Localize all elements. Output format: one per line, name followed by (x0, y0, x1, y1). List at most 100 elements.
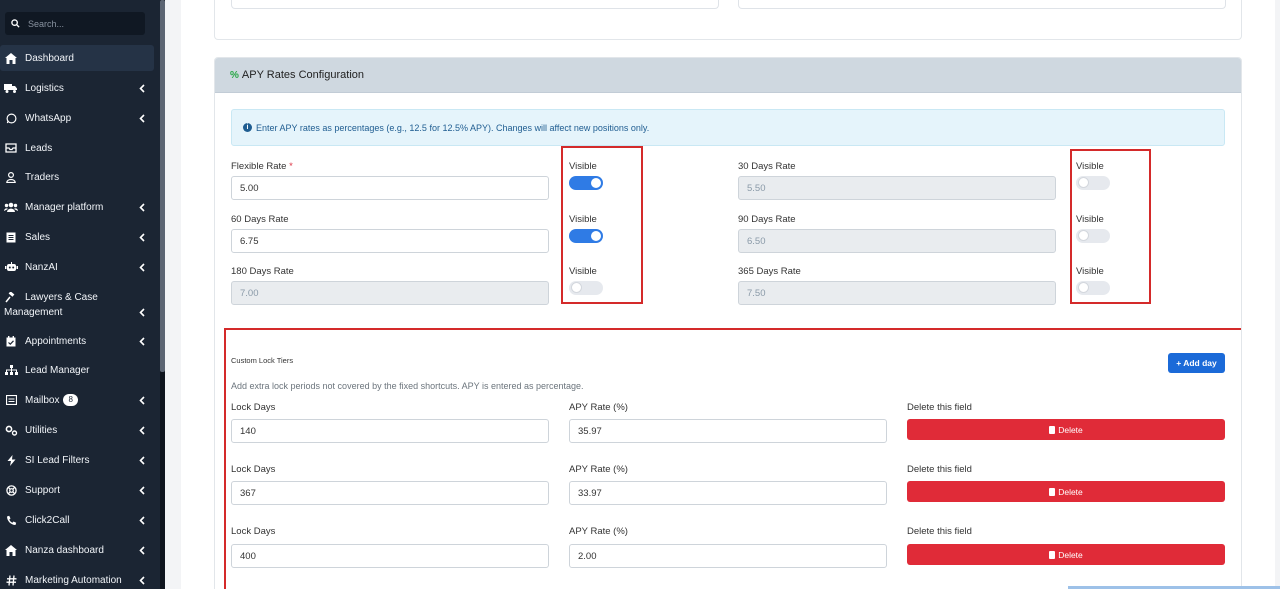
180-days-rate-input[interactable] (231, 281, 549, 305)
sidebar-item-traders[interactable]: Traders (0, 169, 160, 185)
add-day-button[interactable]: + Add day (1168, 353, 1225, 373)
home-icon (4, 543, 18, 557)
chevron-left-icon (138, 395, 146, 405)
lock-days-label: Lock Days (231, 526, 276, 537)
chevron-left-icon (138, 262, 146, 272)
percent-icon: % (230, 69, 239, 81)
chevron-left-icon (138, 575, 146, 585)
365-days-rate-input[interactable] (738, 281, 1056, 305)
sidebar-item-si-lead-filters[interactable]: SI Lead Filters (0, 452, 160, 468)
trash-icon (1049, 425, 1056, 434)
sidebar-item-appointments[interactable]: Appointments (0, 333, 160, 349)
page-panel: % APY Rates Configuration i Enter APY ra… (181, 0, 1275, 589)
main-content: % APY Rates Configuration i Enter APY ra… (165, 0, 1280, 589)
delete-field-label: Delete this field (907, 464, 972, 475)
apy-rates-card: % APY Rates Configuration i Enter APY ra… (214, 57, 1242, 589)
search-icon (11, 19, 20, 28)
bolt-icon (4, 453, 18, 467)
calendar-icon (4, 334, 18, 348)
365-days-rate-label: 365 Days Rate (738, 266, 801, 277)
chevron-left-icon (138, 307, 146, 317)
apy-card-header: % APY Rates Configuration (215, 58, 1241, 93)
phone-icon (4, 513, 18, 527)
lock-days-input[interactable] (231, 481, 549, 505)
sidebar-item-whatsapp[interactable]: WhatsApp (0, 110, 160, 126)
highlight-box (1070, 149, 1151, 304)
highlight-box (561, 146, 643, 304)
sidebar-item-leads[interactable]: Leads (0, 140, 160, 156)
sidebar-item-label: Sales (25, 231, 51, 243)
sidebar-item-label: Mailbox (25, 394, 60, 406)
info-alert: i Enter APY rates as percentages (e.g., … (231, 109, 1225, 146)
trash-icon (1049, 550, 1056, 559)
60-days-rate-input[interactable] (231, 229, 549, 253)
chevron-left-icon (138, 515, 146, 525)
sidebar-item-lead-manager[interactable]: Lead Manager (0, 362, 160, 378)
mailbox-icon (4, 393, 18, 407)
cogs-icon (4, 423, 18, 437)
delete-button[interactable]: Delete (907, 481, 1225, 502)
gavel-icon (4, 290, 18, 304)
sidebar-item-support[interactable]: Support (0, 482, 160, 498)
apy-rate-input[interactable] (569, 481, 887, 505)
sidebar-item-label: Appointments (25, 335, 87, 347)
sidebar-item-manager-platform[interactable]: Manager platform (0, 199, 160, 215)
sidebar-item-nanzai[interactable]: NanzAI (0, 259, 160, 275)
previous-input[interactable] (738, 0, 1226, 9)
sidebar-item-mailbox[interactable]: Mailbox 8 (0, 392, 160, 408)
custom-lock-tiers-title: Custom Lock Tiers (231, 356, 294, 365)
sidebar-item-label: SI Lead Filters (25, 454, 90, 466)
whatsapp-icon (4, 111, 18, 125)
apy-rate-input[interactable] (569, 544, 887, 568)
previous-input[interactable] (231, 0, 719, 9)
search-input[interactable] (28, 18, 138, 29)
chevron-left-icon (138, 113, 146, 123)
sidebar-item-label: Leads (25, 142, 53, 154)
sidebar-item-marketing-automation[interactable]: Marketing Automation (0, 572, 160, 588)
sidebar-item-label: Logistics (25, 82, 64, 94)
lock-days-label: Lock Days (231, 464, 276, 475)
sidebar-item-lawyers-2[interactable]: Management (0, 304, 160, 320)
robot-icon (4, 260, 18, 274)
previous-card (214, 0, 1242, 40)
sidebar-search[interactable] (5, 12, 145, 35)
delete-field-label: Delete this field (907, 402, 972, 413)
30-days-rate-input[interactable] (738, 176, 1056, 200)
sidebar-item-nanza-dashboard[interactable]: Nanza dashboard (0, 542, 160, 558)
sidebar-item-logistics[interactable]: Logistics (0, 80, 160, 96)
chevron-left-icon (138, 202, 146, 212)
sidebar-item-label: Traders (25, 171, 60, 183)
sidebar-item-label: Click2Call (25, 514, 70, 526)
sidebar-item-label: Dashboard (25, 52, 74, 64)
info-icon: i (243, 123, 252, 132)
home-icon (4, 51, 18, 65)
card-title: APY Rates Configuration (241, 69, 364, 81)
30-days-rate-label: 30 Days Rate (738, 161, 796, 172)
90-days-rate-input[interactable] (738, 229, 1056, 253)
60-days-rate-label: 60 Days Rate (231, 214, 289, 225)
lock-days-input[interactable] (231, 419, 549, 443)
sidebar-item-label: Lawyers & Case (25, 291, 98, 303)
lock-days-input[interactable] (231, 544, 549, 568)
trash-icon (1049, 487, 1056, 496)
sidebar-item-label: Management (4, 306, 63, 318)
sidebar-item-lawyers[interactable]: Lawyers & Case (0, 289, 160, 305)
lifebuoy-icon (4, 483, 18, 497)
sidebar-item-click2call[interactable]: Click2Call (0, 512, 160, 528)
document-icon (4, 230, 18, 244)
sidebar-item-utilities[interactable]: Utilities (0, 422, 160, 438)
chevron-left-icon (138, 455, 146, 465)
sidebar-item-dashboard[interactable]: Dashboard (0, 45, 154, 71)
apy-rate-label: APY Rate (%) (569, 526, 628, 537)
flexible-rate-input[interactable] (231, 176, 549, 200)
180-days-rate-label: 180 Days Rate (231, 266, 294, 277)
sidebar-item-label: NanzAI (25, 261, 58, 273)
sidebar: Dashboard Logistics WhatsApp Leads Trade… (0, 0, 165, 589)
lock-days-label: Lock Days (231, 402, 276, 413)
flexible-rate-label: Flexible Rate * (231, 161, 293, 172)
delete-button[interactable]: Delete (907, 419, 1225, 440)
chevron-left-icon (138, 232, 146, 242)
delete-button[interactable]: Delete (907, 544, 1225, 565)
apy-rate-input[interactable] (569, 419, 887, 443)
sidebar-item-sales[interactable]: Sales (0, 229, 160, 245)
